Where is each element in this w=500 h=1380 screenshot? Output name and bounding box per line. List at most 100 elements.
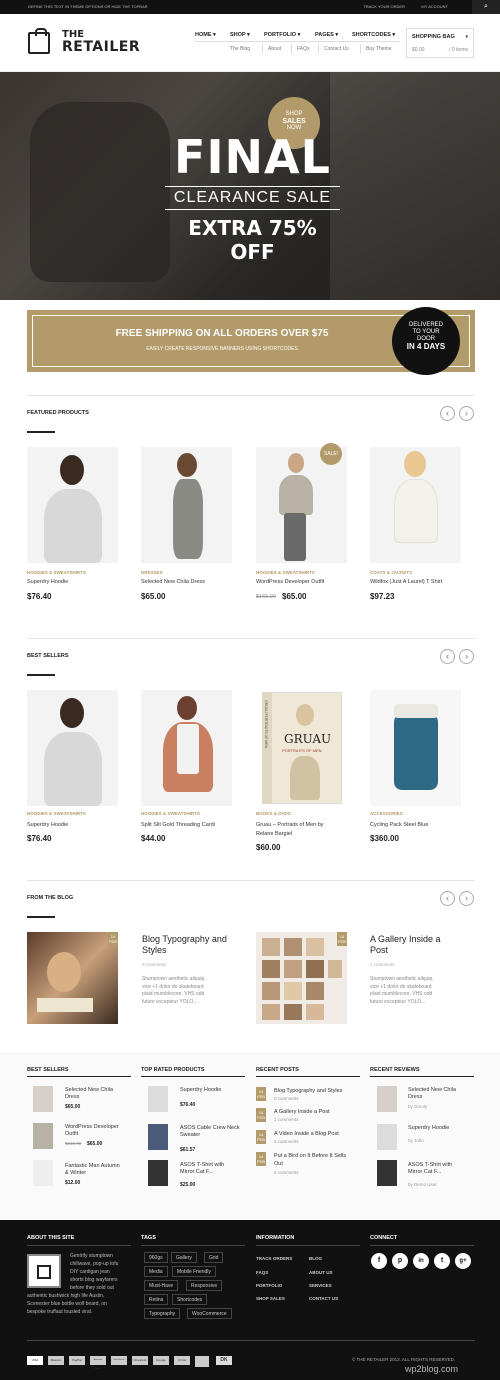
nav-portfolio[interactable]: PORTFOLIO ▾: [264, 32, 300, 38]
product-category[interactable]: HOODIES & SWEATSHIRTS: [27, 811, 86, 816]
footer-link[interactable]: ABOUT US: [309, 1270, 333, 1275]
product-name[interactable]: Split Slit Gold Threading Cardi: [141, 822, 215, 828]
shopping-bag-widget[interactable]: SHOPPING BAG ▾ $0.00 / 0 items: [406, 28, 474, 58]
widget-item-name-line2[interactable]: & Winter: [65, 1170, 86, 1177]
product-name[interactable]: Superdry Hoodie: [27, 579, 68, 585]
tag[interactable]: Retina: [144, 1294, 169, 1305]
recent-post-link[interactable]: A Gallery Inside a Post: [274, 1109, 330, 1116]
shopping-bag-logo-icon[interactable]: [28, 28, 50, 54]
product-category[interactable]: COATS & JACKETS: [370, 570, 412, 575]
blog-post-title[interactable]: Blog Typography and: [142, 934, 227, 944]
widget-item-name[interactable]: ASOS Cable Crew Neck: [180, 1125, 240, 1132]
product-image[interactable]: [370, 690, 461, 806]
product-name-line2[interactable]: Relane Bargiel: [256, 831, 292, 837]
widget-thumb[interactable]: [377, 1086, 397, 1112]
widget-item-name-line2[interactable]: Outfit: [65, 1131, 78, 1138]
widget-item-name[interactable]: ASOS T-Shirt with: [180, 1162, 224, 1169]
footer-link[interactable]: SHOP SALES: [256, 1296, 285, 1301]
tag[interactable]: Mobile Friendly: [172, 1266, 216, 1277]
product-image[interactable]: [141, 690, 232, 806]
my-account-link[interactable]: MY ACCOUNT: [421, 0, 448, 14]
twitter-icon[interactable]: t: [434, 1253, 450, 1269]
review-product-name[interactable]: ASOS T-Shirt with: [408, 1162, 452, 1169]
widget-item-name-line2[interactable]: Dress: [65, 1094, 79, 1101]
footer-link[interactable]: PORTFOLIO: [256, 1283, 282, 1288]
product-image[interactable]: [370, 447, 461, 563]
google-plus-icon[interactable]: g+: [455, 1253, 471, 1269]
widget-thumb[interactable]: [33, 1086, 53, 1112]
widget-thumb[interactable]: [377, 1160, 397, 1186]
best-prev-arrow-icon[interactable]: ‹: [440, 649, 455, 664]
subnav-blog[interactable]: The Blog: [230, 46, 250, 52]
blog-post-comments[interactable]: 0 comments: [142, 962, 167, 967]
blog-post-image[interactable]: [256, 932, 347, 1024]
widget-item-name[interactable]: Superdry Hoodie: [180, 1087, 221, 1094]
footer-link[interactable]: BLOG: [309, 1256, 322, 1261]
product-category[interactable]: HOODIES & SWEATSHIRTS: [256, 570, 315, 575]
blog-post-comments[interactable]: 1 comments: [370, 962, 395, 967]
product-name[interactable]: Gruau – Portraits of Men by: [256, 822, 324, 828]
blog-post-title-line2[interactable]: Post: [370, 945, 388, 955]
widget-thumb[interactable]: [377, 1124, 397, 1150]
widget-thumb[interactable]: [148, 1160, 168, 1186]
recent-post-comments[interactable]: 1 comments: [274, 1117, 299, 1122]
blog-prev-arrow-icon[interactable]: ‹: [440, 891, 455, 906]
blog-post-title-line2[interactable]: Styles: [142, 945, 167, 955]
widget-item-name[interactable]: WordPress Developer: [65, 1124, 119, 1131]
widget-thumb[interactable]: [148, 1124, 168, 1150]
review-product-name[interactable]: Superdry Hoodie: [408, 1125, 449, 1132]
recent-post-comments[interactable]: 6 comments: [274, 1170, 299, 1175]
featured-prev-arrow-icon[interactable]: ‹: [440, 406, 455, 421]
track-order-link[interactable]: TRACK YOUR ORDER: [363, 0, 405, 14]
product-category[interactable]: ACCESSORIES: [370, 811, 403, 816]
nav-home[interactable]: HOME ▾: [195, 32, 216, 38]
blog-next-arrow-icon[interactable]: ›: [459, 891, 474, 906]
widget-thumb[interactable]: [148, 1086, 168, 1112]
tag[interactable]: Responsive: [186, 1280, 223, 1291]
featured-next-arrow-icon[interactable]: ›: [459, 406, 474, 421]
product-name[interactable]: Selected New Chila Dress: [141, 579, 205, 585]
recent-post-comments[interactable]: 2 comments: [274, 1139, 299, 1144]
recent-post-link[interactable]: Blog Typography and Styles: [274, 1088, 342, 1095]
widget-item-name[interactable]: Fantastic Man Autumn: [65, 1163, 120, 1170]
product-image[interactable]: [27, 447, 118, 563]
pinterest-icon[interactable]: p: [392, 1253, 408, 1269]
tag[interactable]: Typography: [144, 1308, 181, 1319]
product-image[interactable]: GRUAU PORTRAITS OF MEN GRUAU PORTRAITS O…: [256, 690, 347, 806]
search-icon[interactable]: ⌕: [472, 0, 500, 14]
nav-pages[interactable]: PAGES ▾: [315, 32, 338, 38]
widget-item-name[interactable]: Selected New Chila: [65, 1087, 113, 1094]
tag[interactable]: Grid: [204, 1252, 224, 1263]
recent-post-link[interactable]: A Video Inside a Blog Post: [274, 1131, 339, 1138]
product-name[interactable]: WordPress Developer Outfit: [256, 579, 324, 585]
review-product-name[interactable]: Selected New Chila: [408, 1087, 456, 1094]
product-name[interactable]: Wildfox (Just A Laurel) T Shirt: [370, 579, 442, 585]
tag[interactable]: 960gs: [144, 1252, 168, 1263]
review-product-name-line2[interactable]: Mirror Cat F...: [408, 1169, 441, 1176]
footer-link[interactable]: SERVICES: [309, 1283, 332, 1288]
facebook-icon[interactable]: f: [371, 1253, 387, 1269]
widget-thumb[interactable]: [33, 1123, 53, 1149]
footer-link[interactable]: TRACK ORDERS: [256, 1256, 292, 1261]
product-category[interactable]: HOODIES & SWEATSHIRTS: [27, 570, 86, 575]
nav-shop[interactable]: SHOP ▾: [230, 32, 250, 38]
recent-post-link-line2[interactable]: Out: [274, 1161, 283, 1168]
tag[interactable]: Shortcodes: [172, 1294, 208, 1305]
product-category[interactable]: HOODIES & SWEATSHIRTS: [141, 811, 200, 816]
tag[interactable]: Media: [144, 1266, 168, 1277]
product-image[interactable]: [27, 690, 118, 806]
widget-item-name-line2[interactable]: Mirror Cat F...: [180, 1169, 213, 1176]
product-category[interactable]: DRESSES: [141, 570, 163, 575]
subnav-buy-theme[interactable]: Buy Theme: [366, 46, 391, 52]
best-next-arrow-icon[interactable]: ›: [459, 649, 474, 664]
product-category[interactable]: BOOKS & DVDS: [256, 811, 291, 816]
tag[interactable]: WooCommerce: [187, 1308, 232, 1319]
blog-post-image[interactable]: [27, 932, 118, 1024]
recent-post-link[interactable]: Put a Bird on It Before It Sells: [274, 1153, 346, 1160]
linkedin-icon[interactable]: in: [413, 1253, 429, 1269]
tag[interactable]: Gallery: [171, 1252, 197, 1263]
product-name[interactable]: Superdry Hoodie: [27, 822, 68, 828]
footer-link[interactable]: FAQS: [256, 1270, 268, 1275]
tag[interactable]: Must-Have: [144, 1280, 179, 1291]
product-name[interactable]: Cycling Pack Steel Blue: [370, 822, 428, 828]
